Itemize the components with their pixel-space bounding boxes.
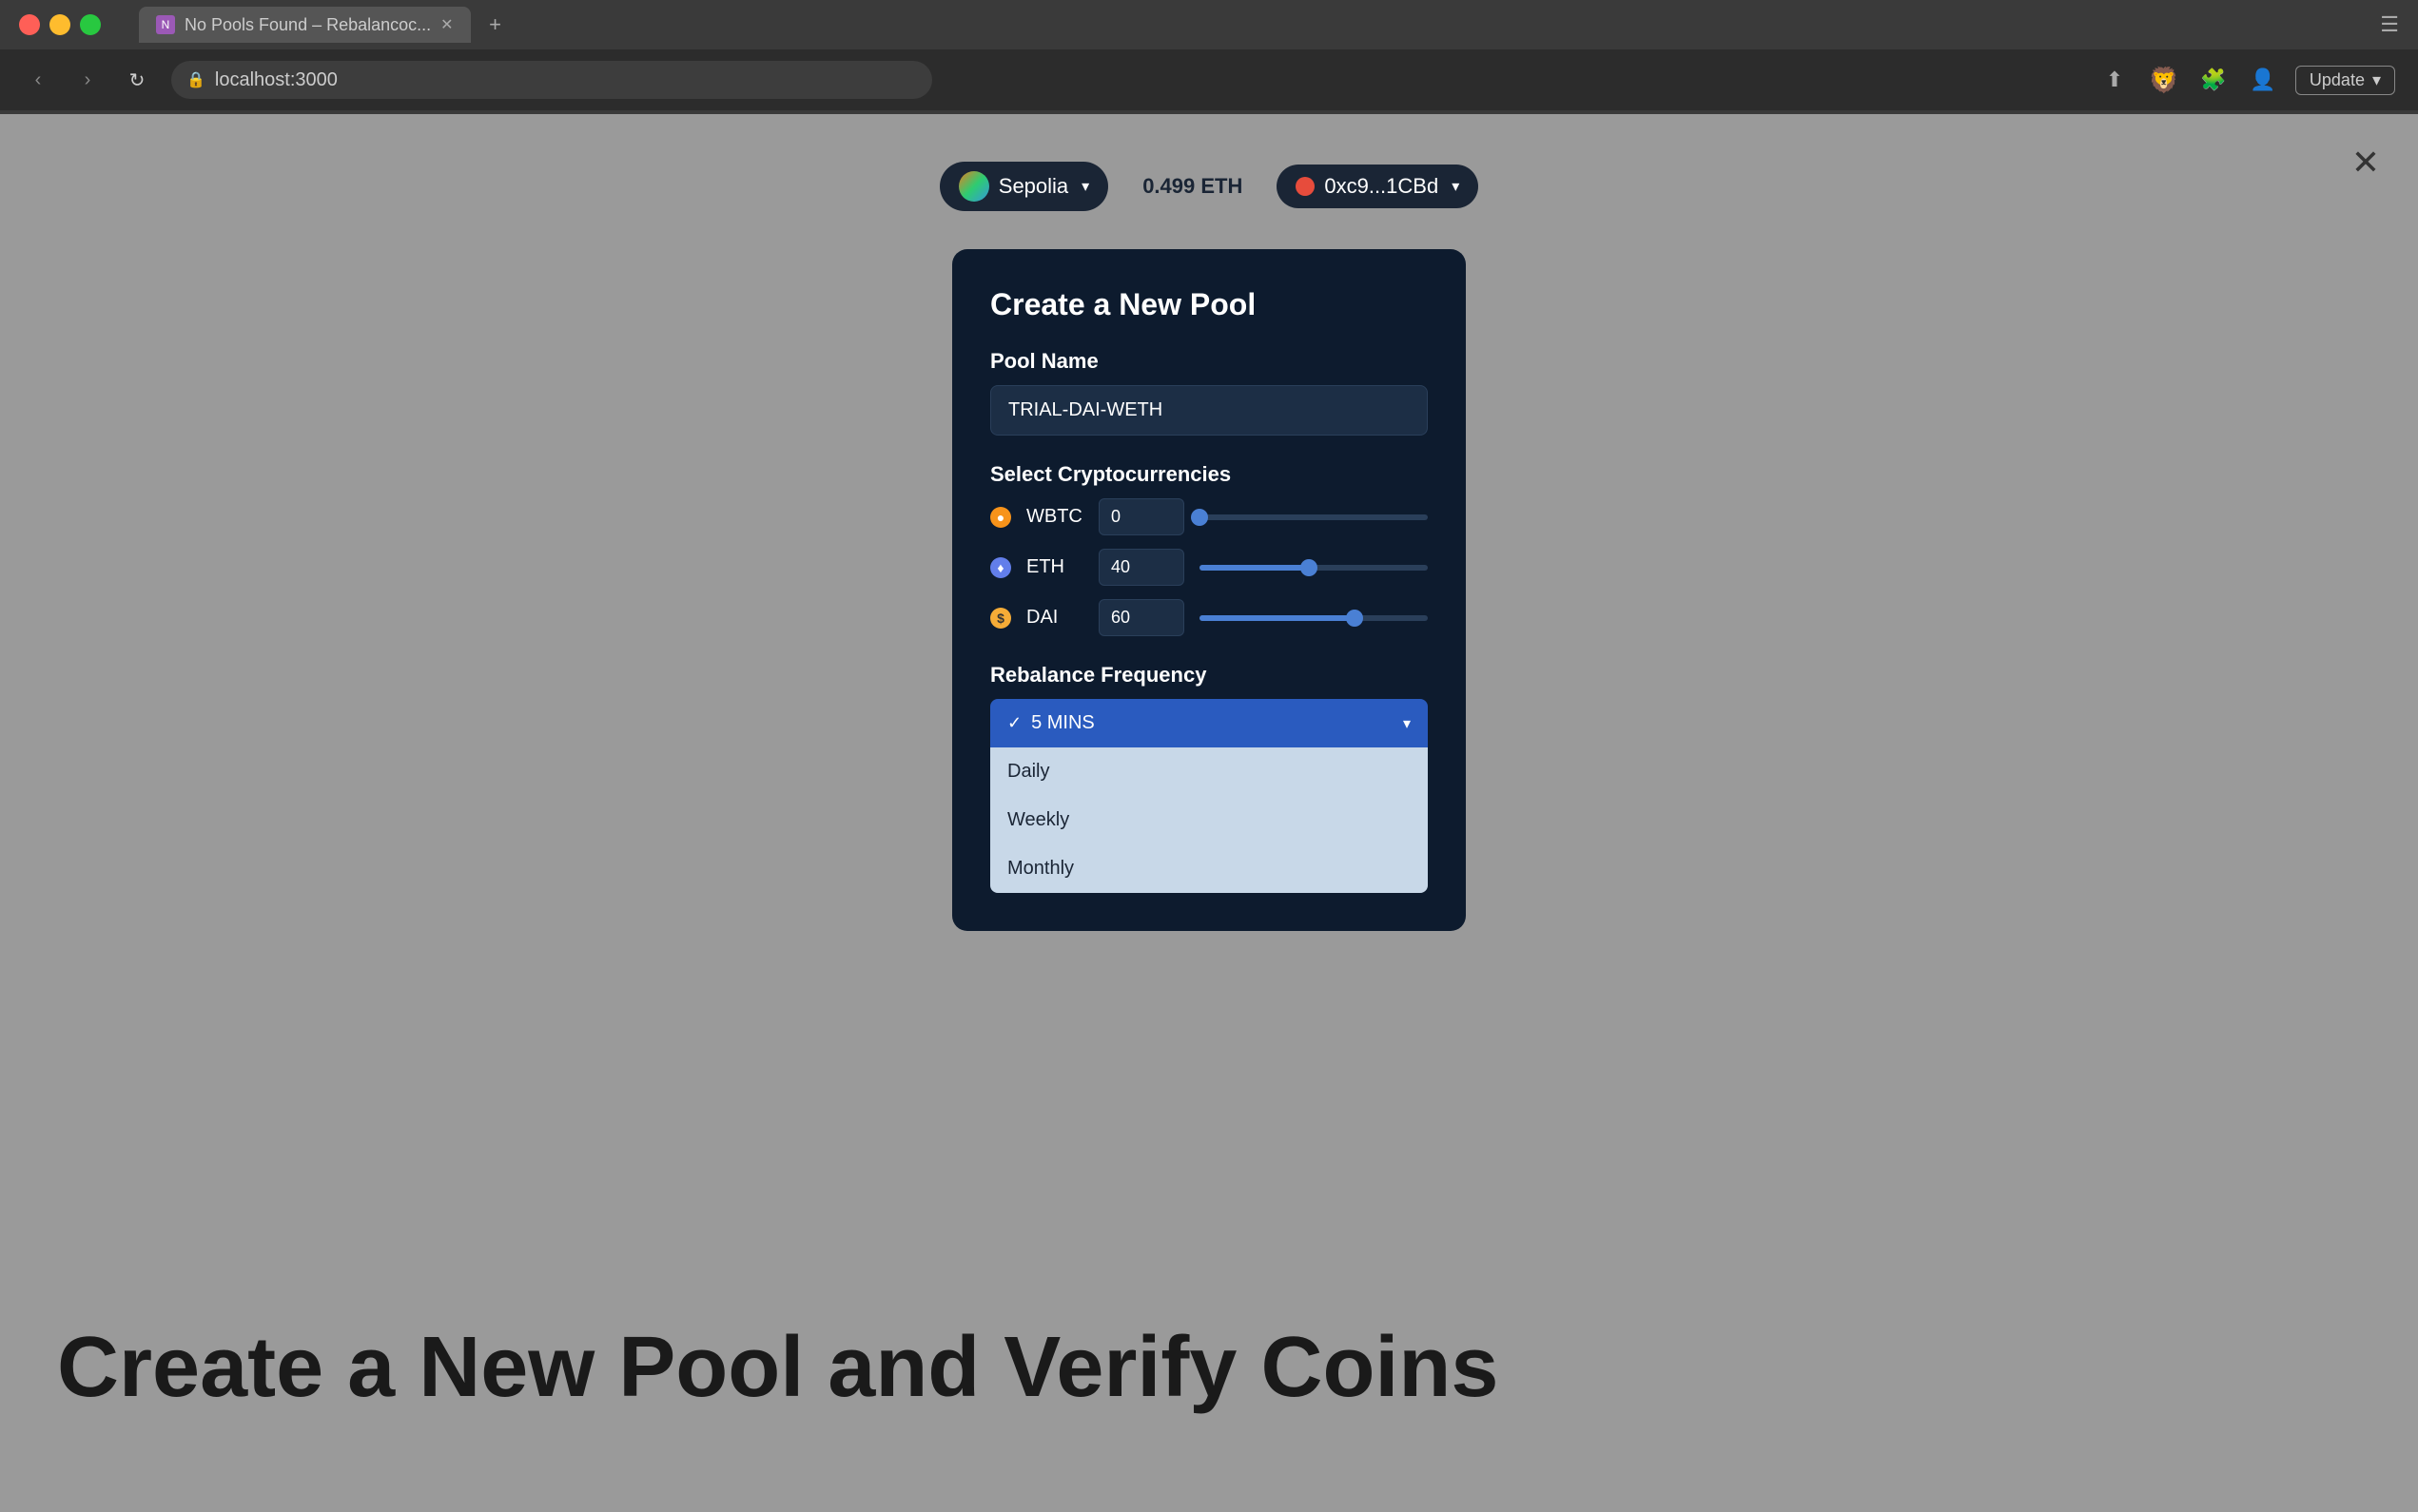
crypto-row-eth: ♦ ETH <box>990 549 1428 586</box>
share-icon[interactable]: ⬆ <box>2097 63 2132 97</box>
close-button[interactable]: ✕ <box>2351 143 2380 183</box>
browser-chrome: N No Pools Found – Rebalancoc... ✕ + ☰ ‹… <box>0 0 2418 114</box>
dropdown-arrow-icon: ▾ <box>1403 714 1411 733</box>
dropdown-selected-left: ✓ 5 MINS <box>1007 712 1095 734</box>
browser-tab[interactable]: N No Pools Found – Rebalancoc... ✕ <box>139 7 471 43</box>
pool-name-input[interactable] <box>990 385 1428 436</box>
security-icon: 🔒 <box>186 70 205 89</box>
modal-title: Create a New Pool <box>990 287 1428 322</box>
close-traffic-light[interactable] <box>19 14 40 35</box>
maximize-traffic-light[interactable] <box>80 14 101 35</box>
rebalance-section: ✓ 5 MINS ▾ Daily Weekly Monthly <box>990 699 1428 893</box>
dropdown-options-list: Daily Weekly Monthly <box>990 747 1428 893</box>
eth-slider[interactable] <box>1199 565 1428 571</box>
dai-label: DAI <box>1026 607 1083 629</box>
crypto-section: ● WBTC ♦ ETH <box>990 498 1428 636</box>
address-bar-row: ‹ › ↻ 🔒 localhost:3000 ⬆ 🦁 🧩 👤 Update ▾ <box>0 49 2418 110</box>
wbtc-label: WBTC <box>1026 506 1083 528</box>
wallet-chevron-icon: ▾ <box>1452 177 1459 196</box>
bottom-heading: Create a New Pool and Verify Coins <box>57 1319 1498 1417</box>
wallet-address-text: 0xc9...1CBd <box>1324 174 1438 199</box>
profiles-icon[interactable]: 👤 <box>2246 63 2280 97</box>
option-monthly[interactable]: Monthly <box>990 844 1428 893</box>
wallet-avatar <box>1296 177 1315 196</box>
minimize-traffic-light[interactable] <box>49 14 70 35</box>
selected-option-label: 5 MINS <box>1031 712 1095 734</box>
tab-title: No Pools Found – Rebalancoc... <box>185 15 431 35</box>
rebalance-label: Rebalance Frequency <box>990 663 1428 688</box>
network-chevron-icon: ▾ <box>1082 177 1089 196</box>
network-icon <box>959 171 989 202</box>
network-name: Sepolia <box>999 174 1068 199</box>
pool-name-label: Pool Name <box>990 349 1428 374</box>
eth-value-input[interactable] <box>1099 549 1184 586</box>
eth-icon: ♦ <box>990 557 1011 578</box>
update-label: Update <box>2310 70 2365 90</box>
crypto-row-wbtc: ● WBTC <box>990 498 1428 535</box>
brave-shield-icon[interactable]: 🦁 <box>2147 63 2181 97</box>
browser-actions: ⬆ 🦁 🧩 👤 Update ▾ <box>2097 63 2395 97</box>
wallet-address-selector[interactable]: 0xc9...1CBd ▾ <box>1277 165 1478 208</box>
dai-icon: $ <box>990 608 1011 629</box>
hamburger-menu[interactable]: ☰ <box>2380 12 2399 37</box>
tab-close-btn[interactable]: ✕ <box>440 15 453 34</box>
address-bar[interactable]: 🔒 localhost:3000 <box>171 61 932 99</box>
wallet-bar: Sepolia ▾ 0.499 ETH 0xc9...1CBd ▾ <box>940 162 1478 211</box>
dai-slider[interactable] <box>1199 615 1428 621</box>
wbtc-value-input[interactable] <box>1099 498 1184 535</box>
eth-label: ETH <box>1026 556 1083 578</box>
address-text: localhost:3000 <box>215 69 338 91</box>
traffic-lights <box>19 14 101 35</box>
network-selector[interactable]: Sepolia ▾ <box>940 162 1108 211</box>
modal-container: Create a New Pool Pool Name Select Crypt… <box>952 249 1466 931</box>
update-button[interactable]: Update ▾ <box>2295 66 2395 95</box>
create-pool-modal: Create a New Pool Pool Name Select Crypt… <box>952 249 1466 931</box>
checkmark-icon: ✓ <box>1007 713 1022 733</box>
crypto-row-dai: $ DAI <box>990 599 1428 636</box>
eth-balance: 0.499 ETH <box>1127 165 1258 208</box>
chevron-down-icon: ▾ <box>2372 70 2381 90</box>
dai-value-input[interactable] <box>1099 599 1184 636</box>
tab-favicon: N <box>156 15 175 34</box>
option-daily[interactable]: Daily <box>990 747 1428 796</box>
extension-icon[interactable]: 🧩 <box>2196 63 2231 97</box>
page-content: ✕ Sepolia ▾ 0.499 ETH 0xc9...1CBd ▾ Crea… <box>0 114 2418 1512</box>
frequency-dropdown[interactable]: ✓ 5 MINS ▾ Daily Weekly Monthly <box>990 699 1428 893</box>
new-tab-button[interactable]: + <box>478 8 513 42</box>
forward-button[interactable]: › <box>72 65 103 95</box>
back-button[interactable]: ‹ <box>23 65 53 95</box>
wbtc-icon: ● <box>990 507 1011 528</box>
crypto-section-label: Select Cryptocurrencies <box>990 462 1428 487</box>
tab-bar: N No Pools Found – Rebalancoc... ✕ + ☰ <box>0 0 2418 49</box>
option-weekly[interactable]: Weekly <box>990 796 1428 844</box>
dropdown-selected-option[interactable]: ✓ 5 MINS ▾ <box>990 699 1428 747</box>
refresh-button[interactable]: ↻ <box>122 65 152 95</box>
wbtc-slider[interactable] <box>1199 514 1428 520</box>
